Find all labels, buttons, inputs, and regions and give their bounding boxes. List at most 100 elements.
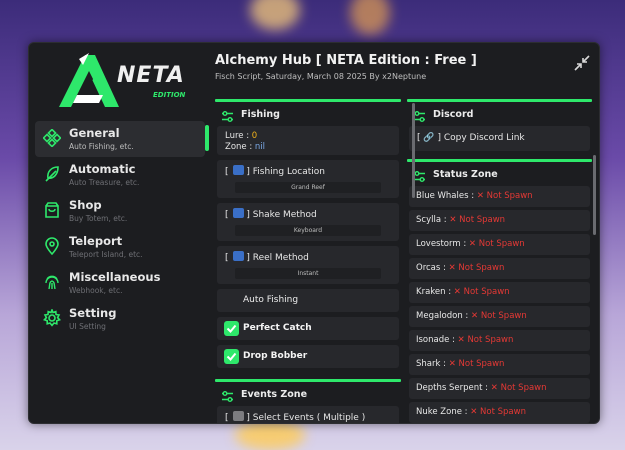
sidebar-item-label: Miscellaneous	[69, 270, 161, 284]
status-value: Not Spawn	[480, 311, 527, 321]
status-value: Not Spawn	[458, 359, 505, 369]
logo: NETA EDITION	[49, 49, 199, 115]
sidebar-item-general[interactable]: General Auto Fishing, etc.	[35, 121, 209, 157]
status-row: Kraken : ✕ Not Spawn	[409, 282, 590, 303]
dropdown-label: Reel Method	[252, 253, 309, 263]
status-row: Scylla : ✕ Not Spawn	[409, 210, 590, 231]
sidebar-item-label: Automatic	[69, 162, 136, 176]
sidebar-item-label: General	[69, 126, 120, 140]
status-text: Isonade : ✕ Not Spawn	[416, 335, 513, 345]
status-text: Depths Serpent : ✕ Not Spawn	[416, 383, 547, 393]
status-value: Not Spawn	[467, 335, 514, 345]
status-name: Shark :	[416, 359, 449, 369]
calendar-icon	[233, 411, 245, 421]
scrollbar-thumb[interactable]	[593, 155, 596, 235]
reel-method-dropdown[interactable]: [ ] Reel Method Instant	[217, 246, 399, 284]
checkbox-checked[interactable]	[224, 349, 239, 364]
lure-value: 0	[251, 131, 258, 141]
status-row: Lovestorm : ✕ Not Spawn	[409, 234, 590, 255]
dropdown-header: [ ] Select Events ( Multiple )	[225, 411, 366, 423]
map-icon	[233, 165, 245, 175]
checkbox[interactable]	[224, 293, 239, 308]
sliders-icon	[221, 388, 234, 402]
status-value: Not Spawn	[500, 383, 547, 393]
status-name: Lovestorm :	[416, 239, 469, 249]
sidebar-item-setting[interactable]: Setting UI Setting	[35, 301, 205, 337]
sidebar-item-sub: Auto Treasure, etc.	[69, 178, 140, 187]
dropdown-label: Shake Method	[252, 210, 317, 220]
feather-icon	[43, 165, 61, 183]
sidebar-item-automatic[interactable]: Automatic Auto Treasure, etc.	[35, 157, 205, 193]
status-value: Not Spawn	[459, 215, 506, 225]
status-text: Scylla : ✕ Not Spawn	[416, 215, 505, 225]
copy-discord-button[interactable]: [ 🔗 ] Copy Discord Link	[409, 126, 590, 151]
status-row: Depths Serpent : ✕ Not Spawn	[409, 378, 590, 399]
x-mark-icon: ✕	[453, 287, 461, 297]
script-window: NETA EDITION Alchemy Hub [ NETA Edition …	[28, 42, 600, 424]
location-pin-icon	[43, 237, 61, 256]
x-mark-icon: ✕	[476, 191, 484, 201]
button-content: [ 🔗 ] Copy Discord Link	[417, 133, 525, 143]
sidebar-item-miscellaneous[interactable]: Miscellaneous Webhook, etc.	[35, 265, 205, 301]
fishing-location-dropdown[interactable]: [ ] Fishing Location Grand Reef	[217, 160, 399, 198]
sliders-icon	[221, 108, 234, 122]
dropdown-header: [ ] Shake Method	[225, 208, 317, 220]
checkbox-checked[interactable]	[224, 321, 239, 336]
fishing-section: Fishing Lure : 0 Zone : nil [ ] Fishing …	[215, 99, 401, 423]
background-light	[250, 0, 300, 30]
status-name: Scylla :	[416, 215, 450, 225]
lure-label: Lure :	[225, 131, 252, 141]
background-light	[235, 420, 305, 450]
toggle-label: Drop Bobber	[243, 351, 308, 361]
sidebar-item-teleport[interactable]: Teleport Teleport Island, etc.	[35, 229, 205, 265]
status-list: Blue Whales : ✕ Not Spawn Scylla : ✕ Not …	[407, 186, 592, 423]
zone-value: nil	[254, 142, 266, 152]
sidebar-item-sub: Auto Fishing, etc.	[69, 142, 134, 151]
section-title: Fishing	[241, 109, 280, 120]
shake-method-dropdown[interactable]: [ ] Shake Method Keyboard	[217, 203, 399, 241]
x-mark-icon: ✕	[448, 359, 456, 369]
status-text: Nuke Zone : ✕ Not Spawn	[416, 407, 526, 417]
dropdown-header: [ ] Reel Method	[225, 251, 309, 263]
sidebar-item-sub: UI Setting	[69, 322, 106, 331]
status-text: Lovestorm : ✕ Not Spawn	[416, 239, 525, 249]
sidebar-item-label: Teleport	[69, 234, 123, 248]
status-name: Isonade :	[416, 335, 458, 345]
drop-bobber-toggle[interactable]: Drop Bobber	[217, 345, 399, 368]
sidebar-item-shop[interactable]: Shop Buy Totem, etc.	[35, 193, 205, 229]
status-value: Not Spawn	[458, 263, 505, 273]
status-value: Not Spawn	[486, 191, 533, 201]
status-name: Orcas :	[416, 263, 449, 273]
minimize-icon[interactable]	[573, 54, 591, 72]
active-indicator	[205, 125, 209, 151]
status-text: Shark : ✕ Not Spawn	[416, 359, 504, 369]
sidebar-item-label: Setting	[69, 306, 117, 320]
dropdown-value[interactable]: Instant	[235, 268, 381, 279]
dropdown-label: Select Events ( Multiple )	[252, 413, 366, 423]
select-events-dropdown[interactable]: [ ] Select Events ( Multiple )	[217, 406, 399, 423]
sidebar-item-label: Shop	[69, 198, 102, 212]
section-title: Events Zone	[241, 389, 308, 400]
status-name: Depths Serpent :	[416, 383, 491, 393]
status-text: Megalodon : ✕ Not Spawn	[416, 311, 527, 321]
status-row: Orcas : ✕ Not Spawn	[409, 258, 590, 279]
dropdown-value[interactable]: Grand Reef	[235, 182, 381, 193]
x-mark-icon: ✕	[468, 239, 477, 249]
status-name: Blue Whales :	[416, 191, 477, 201]
scrollbar-thumb[interactable]	[412, 103, 415, 198]
x-mark-icon: ✕	[470, 311, 479, 321]
x-mark-icon: ✕	[449, 215, 457, 225]
auto-fishing-toggle[interactable]: Auto Fishing	[217, 289, 399, 312]
fingerprint-icon	[43, 273, 61, 291]
dropdown-header: [ ] Fishing Location	[225, 165, 326, 177]
right-column: Discord [ 🔗 ] Copy Discord Link Status Z…	[407, 99, 592, 423]
dropdown-value[interactable]: Keyboard	[235, 225, 381, 236]
button-label: Copy Discord Link	[443, 133, 525, 143]
perfect-catch-toggle[interactable]: Perfect Catch	[217, 317, 399, 340]
sidebar-item-sub: Teleport Island, etc.	[69, 250, 143, 259]
status-value: Not Spawn	[463, 287, 510, 297]
link-icon: 🔗	[423, 133, 435, 143]
section-title: Status Zone	[433, 169, 498, 180]
background-light	[350, 0, 390, 35]
logo-text: NETA	[117, 63, 185, 88]
